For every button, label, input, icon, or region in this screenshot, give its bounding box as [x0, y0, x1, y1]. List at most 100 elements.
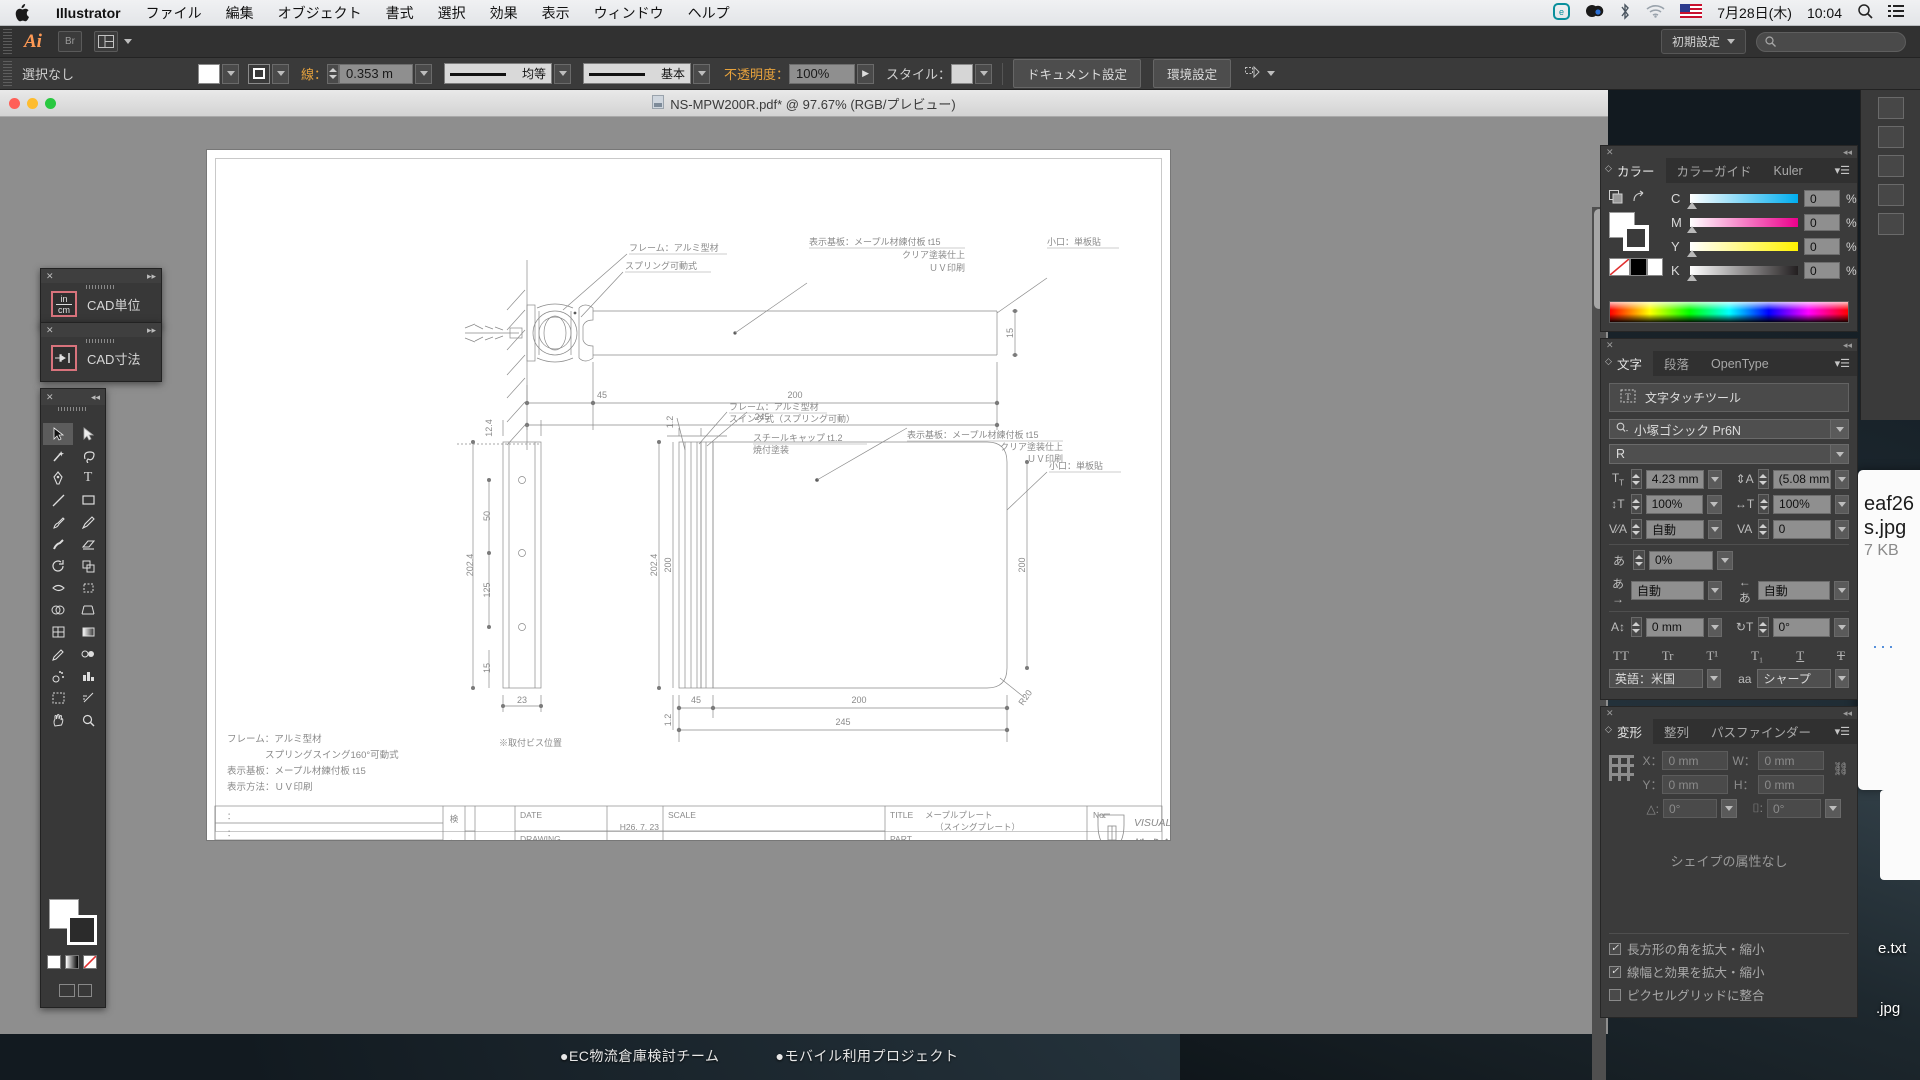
- tool-eyedropper[interactable]: [43, 643, 73, 665]
- tool-magic-wand[interactable]: [43, 445, 73, 467]
- cad-dimension-panel-header[interactable]: ✕ ▸▸: [41, 323, 161, 337]
- tsume-input[interactable]: 0%: [1649, 550, 1713, 570]
- toolbar-stroke-swatch[interactable]: [67, 915, 97, 945]
- tracking-dropdown-icon[interactable]: [1834, 519, 1850, 539]
- tools-panel-header[interactable]: ✕ ◂◂: [41, 389, 105, 405]
- document-setup-button[interactable]: ドキュメント設定: [1013, 59, 1142, 88]
- color-panel-tabs[interactable]: カラー カラーガイド Kuler ▾☰: [1601, 158, 1857, 183]
- tool-blend[interactable]: [73, 643, 103, 665]
- tool-mesh[interactable]: [43, 621, 73, 643]
- all-caps-button[interactable]: TT: [1613, 648, 1629, 664]
- strip-icon-2[interactable]: [1877, 126, 1904, 148]
- menubar-time[interactable]: 10:04: [1807, 5, 1842, 21]
- menu-item-object[interactable]: オブジェクト: [266, 3, 374, 23]
- tool-scale[interactable]: [73, 555, 103, 577]
- checkbox-scale-strokes[interactable]: ✓ 線幅と効果を拡大・縮小: [1609, 962, 1849, 981]
- desktop-file-card-2[interactable]: [1880, 790, 1920, 880]
- notification-center-icon[interactable]: [1888, 4, 1904, 21]
- tab-color[interactable]: カラー: [1601, 158, 1666, 183]
- tool-eraser[interactable]: [73, 533, 103, 555]
- tool-blob-brush[interactable]: [43, 533, 73, 555]
- horizontal-scale-dropdown-icon[interactable]: [1834, 494, 1849, 514]
- tool-artboard[interactable]: [43, 687, 73, 709]
- tsume-dropdown-icon[interactable]: [1717, 550, 1733, 570]
- search-icon[interactable]: [1857, 3, 1873, 22]
- close-icon[interactable]: ✕: [1606, 340, 1614, 351]
- fill-swatch[interactable]: [198, 63, 220, 84]
- bluetooth-icon[interactable]: [1619, 2, 1631, 23]
- opacity-flyout-icon[interactable]: ▶: [857, 63, 875, 84]
- strip-icon-5[interactable]: [1877, 213, 1904, 235]
- slider-value-c[interactable]: 0: [1804, 190, 1840, 207]
- font-size-input[interactable]: 4.23 mm: [1645, 469, 1704, 489]
- default-colors-icon[interactable]: [1632, 190, 1646, 209]
- character-panel-topbar[interactable]: ✕ ◂◂: [1601, 339, 1857, 351]
- tools-panel[interactable]: ✕ ◂◂ T: [40, 388, 106, 1008]
- character-panel[interactable]: ✕ ◂◂ 文字 段落 OpenType ▾☰ T 文字タッチツール 小塚ゴシック …: [1600, 338, 1858, 700]
- slider-value-m[interactable]: 0: [1804, 214, 1840, 231]
- checkbox-icon[interactable]: [1609, 988, 1621, 1001]
- black-swatch[interactable]: [1630, 258, 1647, 276]
- kerning-input[interactable]: 自動: [1645, 519, 1704, 539]
- tab-color-guide[interactable]: カラーガイド: [1666, 158, 1763, 183]
- select-similar-dropdown-icon[interactable]: [1267, 71, 1276, 76]
- stroke-weight-stepper[interactable]: [327, 63, 340, 84]
- arrange-dropdown-icon[interactable]: [123, 39, 132, 44]
- font-size-dropdown-icon[interactable]: [1707, 469, 1723, 489]
- leading-input[interactable]: (5.08 mm: [1772, 469, 1831, 489]
- collapse-icon[interactable]: ◂◂: [91, 392, 100, 403]
- close-icon[interactable]: ✕: [46, 392, 54, 403]
- strikethrough-button[interactable]: T: [1837, 648, 1845, 664]
- evernote-icon[interactable]: e: [1553, 2, 1571, 23]
- panel-grip[interactable]: [86, 339, 116, 343]
- bridge-button[interactable]: Br: [57, 31, 82, 52]
- menu-item-edit[interactable]: 編集: [214, 3, 266, 23]
- slider-track-y[interactable]: [1687, 242, 1798, 257]
- artboard[interactable]: スプリング可動式 フレーム：アルミ型材 表示基板：メープル材練付板 t15 クリ…: [207, 150, 1170, 840]
- font-style-select[interactable]: R: [1609, 444, 1849, 464]
- controlbar-grip[interactable]: [3, 60, 12, 87]
- tool-zoom[interactable]: [73, 709, 103, 731]
- desktop-file-jpg[interactable]: .jpg: [1876, 1000, 1900, 1017]
- brush-definition-select[interactable]: 基本: [583, 63, 692, 84]
- shear-input[interactable]: 0°: [1663, 799, 1717, 818]
- antialias-select[interactable]: シャープ: [1757, 669, 1831, 688]
- tool-type[interactable]: T: [73, 467, 103, 489]
- rotate-dropdown-icon[interactable]: [1825, 799, 1841, 818]
- color-mode-gradient-icon[interactable]: [65, 955, 79, 969]
- shear-dropdown-icon[interactable]: [1721, 799, 1737, 818]
- checkbox-align-pixel-grid[interactable]: ピクセルグリッドに整合: [1609, 985, 1849, 1004]
- character-rotation-dropdown-icon[interactable]: [1834, 617, 1849, 637]
- slider-m[interactable]: M 0 %: [1671, 214, 1857, 233]
- desktop-file-card[interactable]: eaf26 s.jpg 7 KB ···: [1858, 470, 1920, 790]
- slider-c[interactable]: C 0 %: [1671, 190, 1857, 209]
- slider-value-k[interactable]: 0: [1804, 262, 1840, 279]
- tool-gradient[interactable]: [73, 621, 103, 643]
- horizontal-scale-stepper[interactable]: [1758, 494, 1770, 514]
- change-screen-mode-icon[interactable]: [78, 984, 92, 997]
- checkbox-scale-corners[interactable]: ✓ 長方形の角を拡大・縮小: [1609, 939, 1849, 958]
- tab-paragraph[interactable]: 段落: [1653, 351, 1700, 376]
- collapse-icon[interactable]: ◂◂: [1843, 147, 1852, 158]
- slider-value-y[interactable]: 0: [1804, 238, 1840, 255]
- kerning-dropdown-icon[interactable]: [1707, 519, 1723, 539]
- chevron-down-icon[interactable]: [1830, 445, 1848, 463]
- stroke-swatch[interactable]: [248, 63, 270, 84]
- horizontal-scale-input[interactable]: 100%: [1773, 494, 1831, 514]
- select-similar-icon[interactable]: [1245, 65, 1262, 82]
- tool-shape-builder[interactable]: [43, 599, 73, 621]
- h-input[interactable]: 0 mm: [1758, 775, 1825, 794]
- workspace-switcher[interactable]: 初期設定: [1660, 29, 1746, 54]
- menu-item-select[interactable]: 選択: [426, 3, 478, 23]
- chevron-down-icon[interactable]: [1830, 420, 1848, 438]
- font-size-stepper[interactable]: [1630, 469, 1642, 489]
- tab-character[interactable]: 文字: [1601, 351, 1654, 376]
- collapse-icon[interactable]: ◂◂: [1843, 340, 1852, 351]
- graphic-style-swatch[interactable]: [951, 63, 974, 84]
- cad-dimension-icon[interactable]: [51, 345, 77, 371]
- cad-dimension-panel[interactable]: ✕ ▸▸ CAD寸法: [40, 322, 162, 382]
- tool-pencil[interactable]: [73, 511, 103, 533]
- slider-y[interactable]: Y 0 %: [1671, 238, 1857, 257]
- wifi-icon[interactable]: [1646, 4, 1665, 21]
- panel-menu-icon[interactable]: ▾☰: [1828, 158, 1857, 183]
